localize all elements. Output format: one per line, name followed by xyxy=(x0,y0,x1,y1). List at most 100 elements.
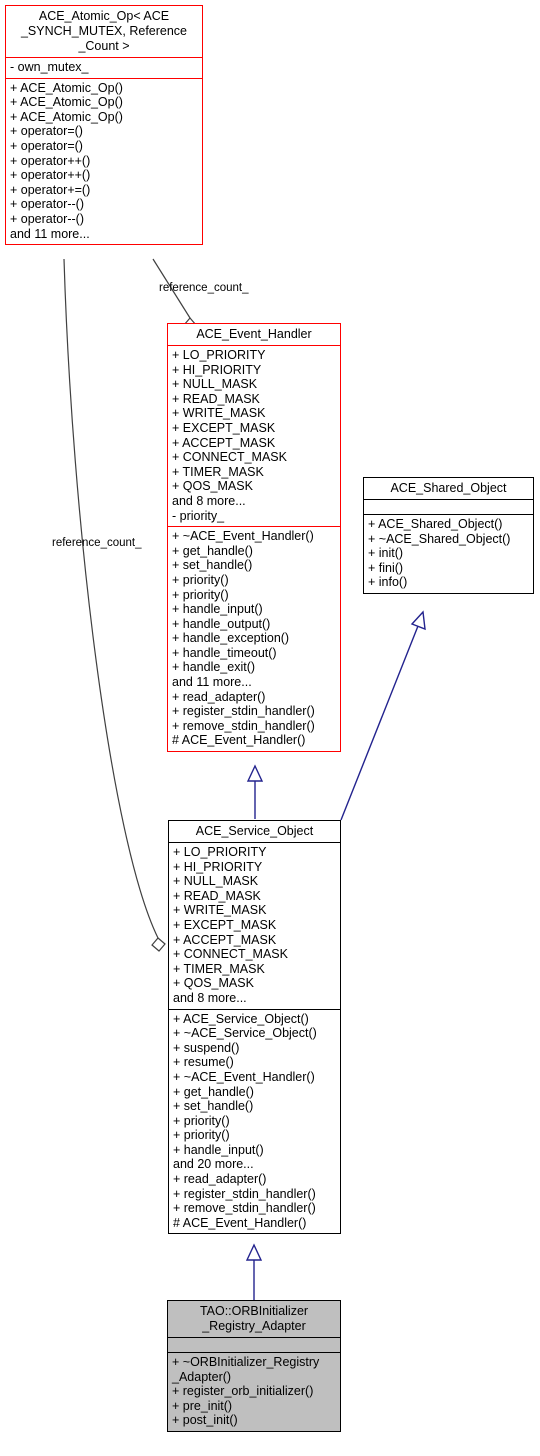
class-member-line: + remove_stdin_handler() xyxy=(173,1201,316,1216)
class-member-line: + get_handle() xyxy=(173,1084,254,1099)
class-member-line: + post_init() xyxy=(172,1413,238,1428)
class-member-line: + TIMER_MASK xyxy=(173,961,265,976)
class-member-line: and 8 more... xyxy=(173,990,247,1005)
inheritance-edge-shared-object xyxy=(340,610,426,821)
class-member-line: + ~ACE_Event_Handler() xyxy=(172,529,314,544)
class-member-line: + register_stdin_handler() xyxy=(172,704,315,719)
class-member-line: + info() xyxy=(368,575,408,590)
inheritance-edge-orbinitializer xyxy=(245,1243,263,1300)
class-member-line: + handle_input() xyxy=(172,602,263,617)
class-member-line: + HI_PRIORITY xyxy=(172,362,262,377)
class-member-line: # ACE_Event_Handler() xyxy=(172,733,306,748)
class-member-line: + CONNECT_MASK xyxy=(172,450,287,465)
class-member-line: + LO_PRIORITY xyxy=(173,845,267,859)
class-member-line: + pre_init() xyxy=(172,1398,233,1413)
class-title-line: ACE_Shared_Object xyxy=(390,481,507,495)
class-member-line: + register_stdin_handler() xyxy=(173,1186,316,1201)
class-title-line: ACE_Atomic_Op< ACE xyxy=(38,9,170,23)
class-member-line: + handle_exception() xyxy=(172,631,290,646)
class-member-line: + priority() xyxy=(173,1128,230,1143)
class-member-line: + read_adapter() xyxy=(172,689,266,704)
class-operations-orbinitializer-registry-adapter: + ~ORBInitializer_Registry _Adapter() + r… xyxy=(168,1352,340,1431)
class-attributes-ace-shared-object xyxy=(364,499,533,514)
class-member-line: + WRITE_MASK xyxy=(173,903,267,918)
class-member-line: + READ_MASK xyxy=(173,888,261,903)
class-title-line: TAO::ORBInitializer xyxy=(199,1304,309,1318)
edge-label-reference-count-service-object: reference_count_ xyxy=(52,537,142,549)
class-attributes-orbinitializer-registry-adapter xyxy=(168,1337,340,1352)
class-attributes-ace-service-object: + LO_PRIORITY + HI_PRIORITY + NULL_MASK + R… xyxy=(169,842,340,1009)
class-member-line: + init() xyxy=(368,546,404,561)
class-title-ace-shared-object: ACE_Shared_Object xyxy=(364,478,533,499)
class-box-ace-shared-object[interactable]: ACE_Shared_Object + ACE_Shared_Object() +… xyxy=(363,477,534,594)
class-attributes-ace-atomic-op: - own_mutex_ xyxy=(6,57,202,78)
class-member-line: + suspend() xyxy=(173,1040,240,1055)
class-member-line: + priority() xyxy=(172,587,229,602)
class-member-line: + WRITE_MASK xyxy=(172,406,266,421)
class-box-ace-service-object[interactable]: ACE_Service_Object + LO_PRIORITY + HI_PRI… xyxy=(168,820,341,1235)
class-member-line: + ACE_Atomic_Op() xyxy=(10,109,123,124)
class-box-ace-event-handler[interactable]: ACE_Event_Handler + LO_PRIORITY + HI_PRIO… xyxy=(167,323,341,753)
class-member-line: + READ_MASK xyxy=(172,391,260,406)
inheritance-edge-event-handler xyxy=(246,764,264,819)
class-member-line: + HI_PRIORITY xyxy=(173,859,263,874)
class-member-line: + ACE_Shared_Object() xyxy=(368,517,503,531)
class-title-orbinitializer-registry-adapter: TAO::ORBInitializer _Registry_Adapter xyxy=(168,1301,340,1337)
class-member-line: + get_handle() xyxy=(172,543,253,558)
class-operations-ace-atomic-op: + ACE_Atomic_Op() + ACE_Atomic_Op() + ACE_… xyxy=(6,77,202,245)
class-member-line: # ACE_Event_Handler() xyxy=(173,1215,307,1230)
class-member-line: + operator++() xyxy=(10,153,91,168)
class-operations-ace-service-object: + ACE_Service_Object() + ~ACE_Service_Obj… xyxy=(169,1008,340,1234)
aggregation-edge-service-object xyxy=(63,258,166,952)
class-member-line: + EXCEPT_MASK xyxy=(172,420,276,435)
class-member-line: + EXCEPT_MASK xyxy=(173,917,277,932)
class-member-line: + handle_output() xyxy=(172,616,271,631)
class-title-line: _SYNCH_MUTEX, Reference xyxy=(20,24,188,38)
class-member-line: + QOS_MASK xyxy=(173,976,254,991)
class-member-line: + handle_exit() xyxy=(172,660,256,675)
class-title-line: _Count > xyxy=(78,39,130,53)
class-attributes-ace-event-handler: + LO_PRIORITY + HI_PRIORITY + NULL_MASK + R… xyxy=(168,345,340,526)
class-member-line: - own_mutex_ xyxy=(10,60,89,74)
class-member-line: + remove_stdin_handler() xyxy=(172,718,315,733)
class-member-line: and 11 more... xyxy=(172,675,252,690)
class-member-line: + operator--() xyxy=(10,197,84,212)
aggregation-edge-event-handler xyxy=(152,258,197,333)
class-box-orbinitializer-registry-adapter[interactable]: TAO::ORBInitializer _Registry_Adapter + ~… xyxy=(167,1300,341,1432)
class-member-line: and 11 more... xyxy=(10,226,90,241)
class-box-ace-atomic-op[interactable]: ACE_Atomic_Op< ACE _SYNCH_MUTEX, Referenc… xyxy=(5,5,203,246)
class-member-line: + set_handle() xyxy=(173,1099,254,1114)
class-member-line: + LO_PRIORITY xyxy=(172,348,266,362)
class-member-line: + NULL_MASK xyxy=(172,377,258,392)
class-member-line: + operator=() xyxy=(10,138,83,153)
class-member-line: + handle_timeout() xyxy=(172,645,277,660)
class-title-line: _Registry_Adapter xyxy=(202,1319,306,1333)
class-member-line: and 8 more... xyxy=(172,493,246,508)
edge-label-reference-count-event-handler: reference_count_ xyxy=(159,282,249,294)
class-operations-ace-event-handler: + ~ACE_Event_Handler() + get_handle() + se… xyxy=(168,526,340,751)
class-member-line: + operator+=() xyxy=(10,182,91,197)
class-member-line: + QOS_MASK xyxy=(172,479,253,494)
class-member-line: + ACE_Atomic_Op() xyxy=(10,95,123,110)
class-member-line: + priority() xyxy=(173,1113,230,1128)
class-member-line: + ACCEPT_MASK xyxy=(173,932,277,947)
class-member-line: + read_adapter() xyxy=(173,1172,267,1187)
class-member-line: + ~ACE_Event_Handler() xyxy=(173,1069,315,1084)
class-member-line: + priority() xyxy=(172,572,229,587)
class-member-line: + operator--() xyxy=(10,211,84,226)
class-member-line: + operator++() xyxy=(10,168,91,183)
class-member-line: + ACCEPT_MASK xyxy=(172,435,276,450)
class-member-line: - priority_ xyxy=(172,508,225,523)
class-member-line: + NULL_MASK xyxy=(173,874,259,889)
class-member-line: + operator=() xyxy=(10,124,83,139)
class-member-line: + ACE_Atomic_Op() xyxy=(10,80,123,95)
class-member-line: + ~ACE_Shared_Object() xyxy=(368,531,511,546)
class-title-ace-service-object: ACE_Service_Object xyxy=(169,821,340,842)
class-member-line: + set_handle() xyxy=(172,558,253,573)
class-operations-ace-shared-object: + ACE_Shared_Object() + ~ACE_Shared_Objec… xyxy=(364,514,533,593)
class-title-ace-atomic-op: ACE_Atomic_Op< ACE _SYNCH_MUTEX, Referenc… xyxy=(6,6,202,57)
class-member-line: + register_orb_initializer() xyxy=(172,1384,314,1399)
class-member-line: + handle_input() xyxy=(173,1142,264,1157)
class-member-line: and 20 more... xyxy=(173,1157,254,1172)
class-member-line: + fini() xyxy=(368,560,404,575)
